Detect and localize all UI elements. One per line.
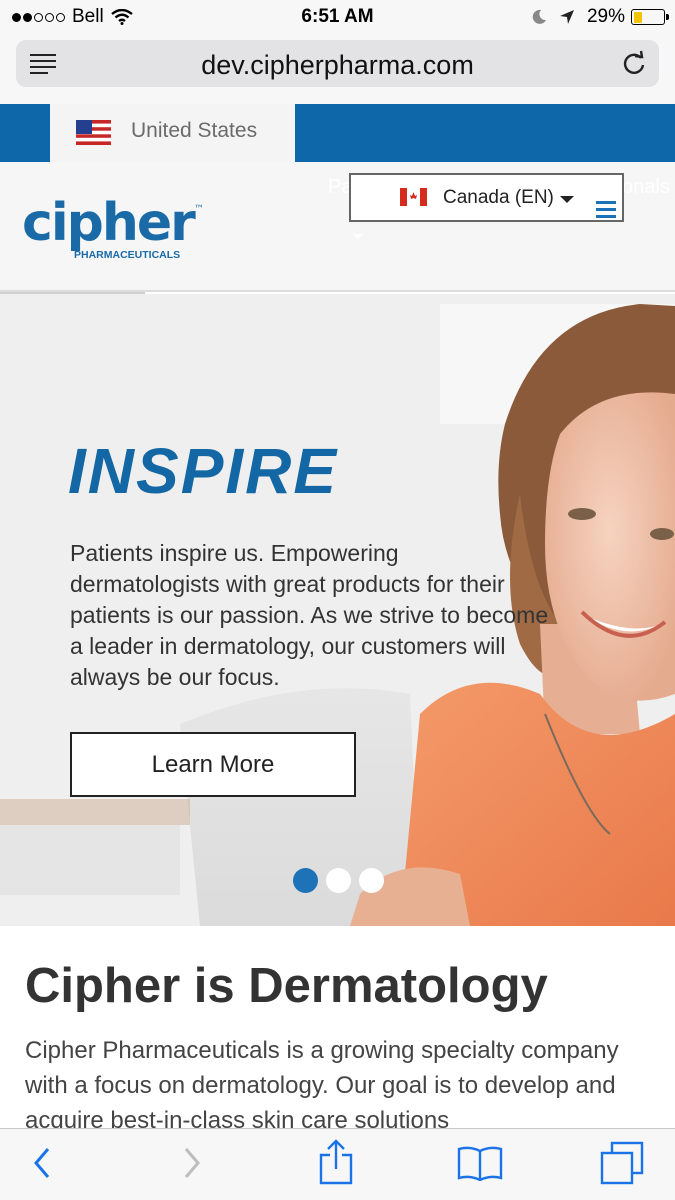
logo-trademark: ™ [194,204,204,215]
carousel-dot[interactable] [293,868,318,893]
country-selector-tab[interactable]: United States [50,104,295,162]
section-description: Cipher Pharmaceuticals is a growing spec… [25,1037,619,1134]
battery-tip [666,14,669,20]
status-bar: Bell 6:51 AM 29% [0,0,675,34]
carousel-dots [293,868,392,893]
browser-address-area: dev.cipherpharma.com [0,34,675,104]
country-strip: United States [0,104,675,162]
site-header: cipher ™ PHARMACEUTICALS Pa onals Canada… [0,162,675,292]
nav-caret-icon [353,234,363,239]
language-dropdown[interactable]: Canada (EN) [349,173,624,222]
nav-fragment-right: onals [622,176,670,198]
hero-title: INSPIRE [68,435,339,507]
forward-icon[interactable] [180,1143,204,1183]
canada-flag-icon [400,188,427,206]
language-label[interactable]: Canada (EN) [443,187,554,209]
location-arrow-icon [559,10,574,24]
battery-level [633,11,642,23]
share-icon[interactable] [318,1139,354,1187]
carousel-dot[interactable] [326,868,351,893]
cipher-logo[interactable]: cipher ™ PHARMACEUTICALS [22,190,222,262]
chevron-down-icon[interactable] [560,196,574,203]
tabs-icon[interactable] [600,1141,644,1185]
battery-percent: 29% [586,6,625,27]
url-text[interactable]: dev.cipherpharma.com [16,50,659,81]
status-right: 29% [531,6,669,28]
hero-description: Patients inspire us. Empowering dermatol… [70,540,549,690]
battery-icon [631,9,669,25]
address-bar[interactable]: dev.cipherpharma.com [16,40,659,87]
bookmarks-icon[interactable] [457,1145,503,1181]
logo-wordmark: cipher [22,193,196,253]
carousel-dot[interactable] [359,868,384,893]
back-icon[interactable] [30,1143,54,1183]
learn-more-button[interactable]: Learn More [70,732,356,797]
reload-icon[interactable] [621,50,647,76]
country-label[interactable]: United States [131,119,257,143]
logo-subtext: PHARMACEUTICALS [74,249,180,261]
us-flag-icon [76,120,111,145]
hero-carousel: INSPIRE Patients inspire us. Empowering … [0,294,675,926]
moon-icon [532,9,546,24]
menu-icon[interactable] [596,201,616,222]
browser-toolbar [0,1128,675,1200]
section-title: Cipher is Dermatology [25,959,548,1013]
